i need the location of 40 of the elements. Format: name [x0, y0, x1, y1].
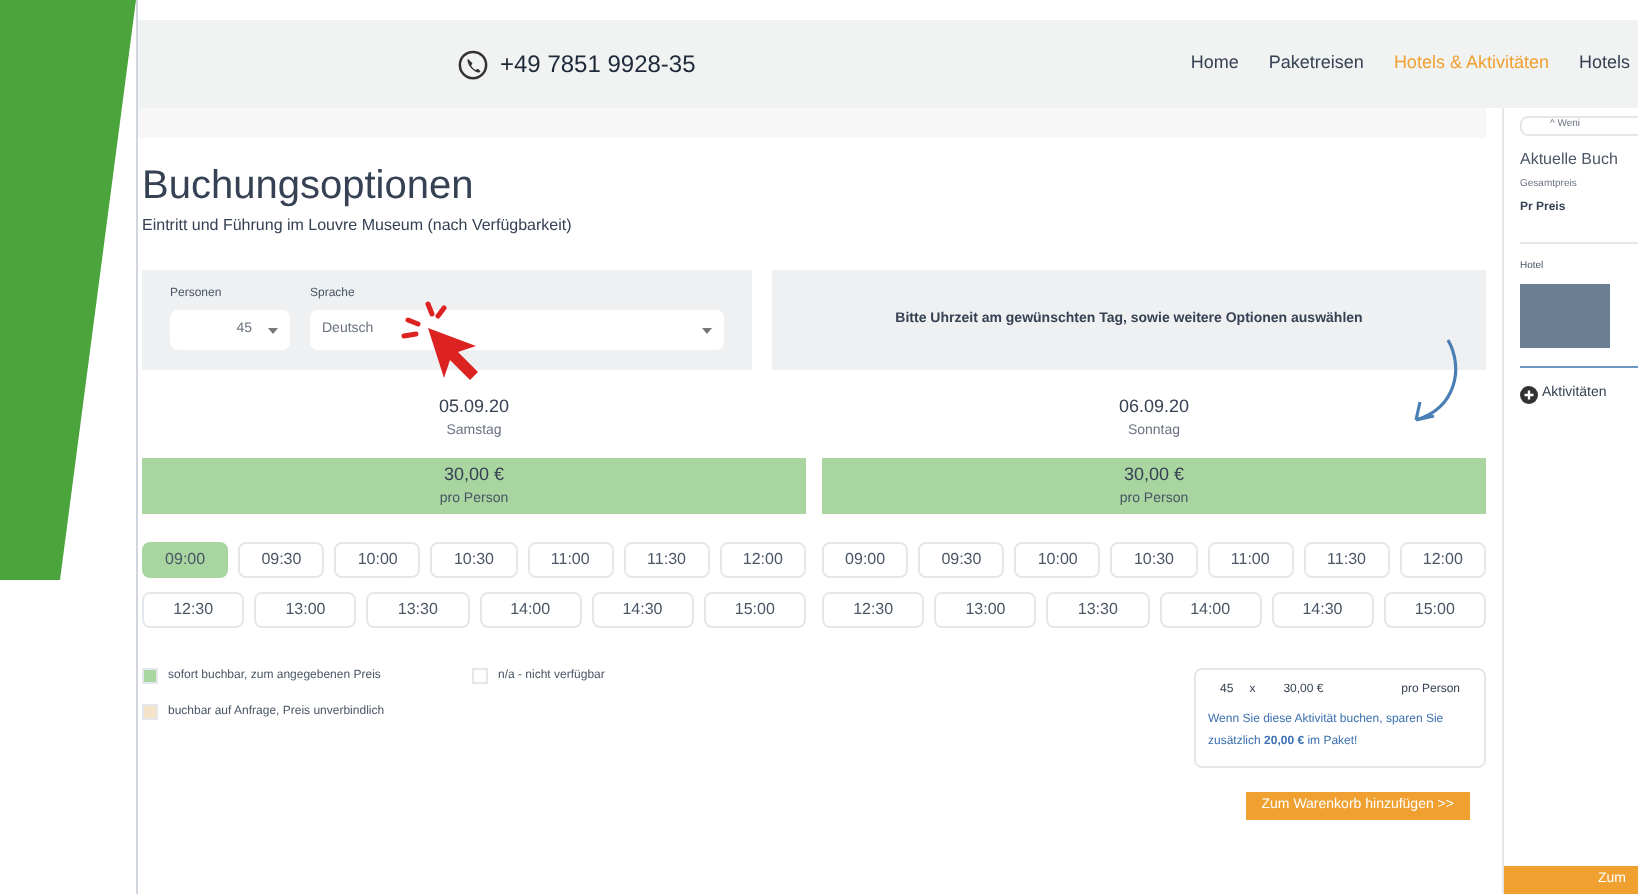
time-slot[interactable]: 13:00	[254, 592, 357, 628]
time-slot[interactable]: 15:00	[703, 592, 806, 628]
nav-link[interactable]: Paketreisen	[1268, 50, 1364, 78]
time-slot[interactable]: 10:30	[430, 542, 518, 578]
time-slot[interactable]: 09:30	[238, 542, 325, 578]
day-date: 06.09.20	[1118, 394, 1190, 420]
time-slot[interactable]: 12:30	[142, 592, 245, 628]
page-title: Buchungsoptionen	[142, 166, 476, 206]
day-date: 05.09.20	[438, 394, 510, 420]
time-slot[interactable]: 11:00	[527, 542, 614, 578]
phone-icon	[458, 49, 488, 79]
time-slot[interactable]: 10:00	[1014, 542, 1101, 578]
photo-placeholder	[1520, 284, 1610, 348]
time-slot[interactable]: 12:00	[719, 542, 806, 578]
sidebar-heading: Aktuelle Buch	[1520, 148, 1620, 172]
caret-icon	[702, 327, 712, 333]
nav-link[interactable]: Home	[1190, 50, 1239, 78]
plus-circle-icon	[1520, 385, 1538, 404]
time-slot[interactable]: 15:00	[1383, 592, 1486, 628]
time-slot[interactable]: 13:30	[366, 592, 469, 628]
time-slot[interactable]: 14:00	[1159, 592, 1262, 628]
time-slot[interactable]: 09:00	[822, 542, 909, 578]
time-slot[interactable]: 11:30	[1303, 542, 1390, 578]
caret-icon	[268, 327, 278, 333]
time-slot[interactable]: 09:30	[918, 542, 1005, 578]
nav-link[interactable]: Hotels	[1578, 50, 1630, 78]
time-slot[interactable]: 13:30	[1046, 592, 1149, 628]
time-slot[interactable]: 14:30	[1271, 592, 1374, 628]
time-slot[interactable]: 12:00	[1399, 542, 1486, 578]
page-subtitle: Eintritt und Führung im Louvre Museum (nach Verfügbarkeit)	[142, 214, 574, 238]
time-slot[interactable]: 12:30	[822, 592, 925, 628]
time-slot[interactable]: 13:00	[934, 592, 1037, 628]
time-slot[interactable]: 14:00	[479, 592, 582, 628]
time-slot[interactable]: 11:30	[623, 542, 710, 578]
time-slot[interactable]: 10:00	[334, 542, 421, 578]
time-slot[interactable]: 11:00	[1207, 542, 1294, 578]
time-slot[interactable]: 09:00	[142, 542, 229, 578]
time-slot[interactable]: 14:30	[591, 592, 694, 628]
time-slot[interactable]: 10:30	[1110, 542, 1198, 578]
phone-number: +49 7851 9928-35	[500, 48, 696, 82]
